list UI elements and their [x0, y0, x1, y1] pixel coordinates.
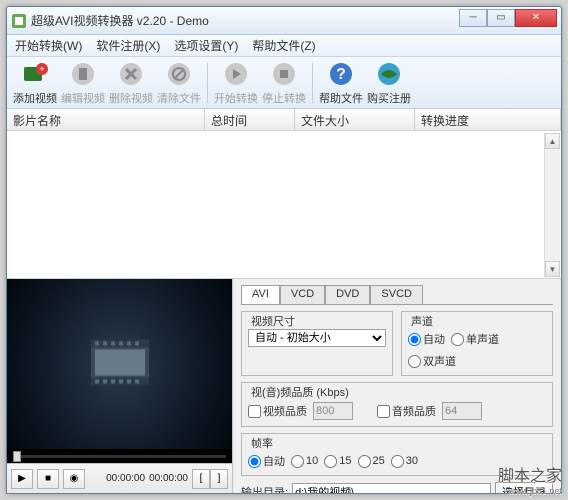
time-total: 00:00:00 — [149, 473, 188, 484]
start-convert-icon — [222, 60, 250, 88]
svg-text:+: + — [39, 64, 44, 74]
scroll-up-icon[interactable]: ▲ — [545, 133, 560, 149]
help-file-button[interactable]: ? 帮助文件 — [317, 60, 365, 106]
start-convert-button[interactable]: 开始转换 — [212, 60, 260, 106]
channel-auto-radio[interactable]: 自动 — [408, 331, 445, 347]
time-current: 00:00:00 — [106, 473, 145, 484]
buy-register-icon — [375, 60, 403, 88]
output-dir-input[interactable] — [292, 483, 491, 493]
toolbar: + 添加视频 编辑视频 删除视频 清除文件 开始转换 停止转换 ? 帮助文件 — [7, 57, 561, 109]
file-list[interactable] — [7, 131, 561, 279]
menu-options[interactable]: 选项设置(Y) — [174, 37, 238, 54]
clear-files-button[interactable]: 清除文件 — [155, 60, 203, 106]
edit-video-icon — [69, 60, 97, 88]
app-window: 超级AVI视频转换器 v2.20 - Demo ─ ▭ ✕ 开始转换(W) 软件… — [6, 6, 562, 494]
scroll-down-icon[interactable]: ▼ — [545, 261, 560, 277]
toolbar-separator — [207, 63, 208, 103]
tab-avi[interactable]: AVI — [241, 285, 280, 304]
buy-register-button[interactable]: 购买注册 — [365, 60, 413, 106]
fps-30-radio[interactable]: 30 — [391, 455, 418, 468]
player-controls: ▶ ■ ◉ 00:00:00 00:00:00 [ ] — [7, 463, 232, 493]
fps-auto-radio[interactable]: 自动 — [248, 453, 285, 469]
channel-group: 声道 自动 单声道 双声道 — [401, 311, 553, 376]
audio-quality-input[interactable] — [442, 402, 482, 420]
close-button[interactable]: ✕ — [515, 9, 557, 27]
menu-register[interactable]: 软件注册(X) — [96, 37, 160, 54]
maximize-button[interactable]: ▭ — [487, 9, 515, 27]
titlebar: 超级AVI视频转换器 v2.20 - Demo ─ ▭ ✕ — [7, 7, 561, 35]
window-title: 超级AVI视频转换器 v2.20 - Demo — [31, 12, 459, 29]
col-duration[interactable]: 总时间 — [205, 109, 295, 130]
menu-help[interactable]: 帮助文件(Z) — [252, 37, 315, 54]
menu-start[interactable]: 开始转换(W) — [15, 37, 82, 54]
add-video-icon: + — [21, 60, 49, 88]
col-name[interactable]: 影片名称 — [7, 109, 205, 130]
stop-convert-button[interactable]: 停止转换 — [260, 60, 308, 106]
video-quality-input[interactable] — [313, 402, 353, 420]
edit-video-button[interactable]: 编辑视频 — [59, 60, 107, 106]
mark-out-button[interactable]: ] — [210, 469, 228, 489]
video-quality-check[interactable]: 视频品质 — [248, 403, 307, 419]
stop-convert-icon — [270, 60, 298, 88]
toolbar-separator — [312, 63, 313, 103]
film-icon — [85, 335, 155, 394]
fps-15-radio[interactable]: 15 — [324, 455, 351, 468]
mark-in-button[interactable]: [ — [192, 469, 210, 489]
col-progress[interactable]: 转换进度 — [415, 109, 561, 130]
output-dir-label: 输出目录: — [241, 484, 288, 493]
help-file-icon: ? — [327, 60, 355, 88]
col-size[interactable]: 文件大小 — [295, 109, 415, 130]
audio-quality-check[interactable]: 音频品质 — [377, 403, 436, 419]
delete-video-button[interactable]: 删除视频 — [107, 60, 155, 106]
fps-10-radio[interactable]: 10 — [291, 455, 318, 468]
delete-video-icon — [117, 60, 145, 88]
minimize-button[interactable]: ─ — [459, 9, 487, 27]
preview-panel: ▶ ■ ◉ 00:00:00 00:00:00 [ ] — [7, 279, 233, 493]
channel-mono-radio[interactable]: 单声道 — [451, 331, 499, 347]
camera-icon: ◉ — [70, 473, 79, 484]
settings-panel: AVI VCD DVD SVCD 视频尺寸 自动 - 初始大小 声道 自动 单声… — [233, 279, 561, 493]
app-icon — [11, 13, 27, 29]
play-button[interactable]: ▶ — [11, 469, 33, 489]
tab-vcd[interactable]: VCD — [280, 285, 325, 304]
quality-group: 视(音)频品质 (Kbps) 视频品质 音频品质 — [241, 382, 553, 427]
tab-svcd[interactable]: SVCD — [370, 285, 423, 304]
channel-stereo-radio[interactable]: 双声道 — [408, 353, 456, 369]
seek-slider[interactable] — [7, 449, 232, 463]
svg-text:?: ? — [336, 66, 346, 83]
video-size-select[interactable]: 自动 - 初始大小 — [248, 329, 386, 347]
menubar: 开始转换(W) 软件注册(X) 选项设置(Y) 帮助文件(Z) — [7, 35, 561, 57]
list-header: 影片名称 总时间 文件大小 转换进度 — [7, 109, 561, 131]
browse-button[interactable]: 选择目录 — [495, 482, 553, 493]
tab-dvd[interactable]: DVD — [325, 285, 370, 304]
add-video-button[interactable]: + 添加视频 — [11, 60, 59, 106]
bottom-panel: ▶ ■ ◉ 00:00:00 00:00:00 [ ] AVI VCD DVD … — [7, 279, 561, 493]
video-size-group: 视频尺寸 自动 - 初始大小 — [241, 311, 393, 376]
clear-files-icon — [165, 60, 193, 88]
fps-25-radio[interactable]: 25 — [358, 455, 385, 468]
fps-group: 帧率 自动 10 15 25 30 — [241, 433, 553, 476]
format-tabs: AVI VCD DVD SVCD — [241, 285, 553, 305]
vertical-scrollbar[interactable]: ▲ ▼ — [544, 133, 560, 277]
snapshot-button[interactable]: ◉ — [63, 469, 85, 489]
stop-button[interactable]: ■ — [37, 469, 59, 489]
